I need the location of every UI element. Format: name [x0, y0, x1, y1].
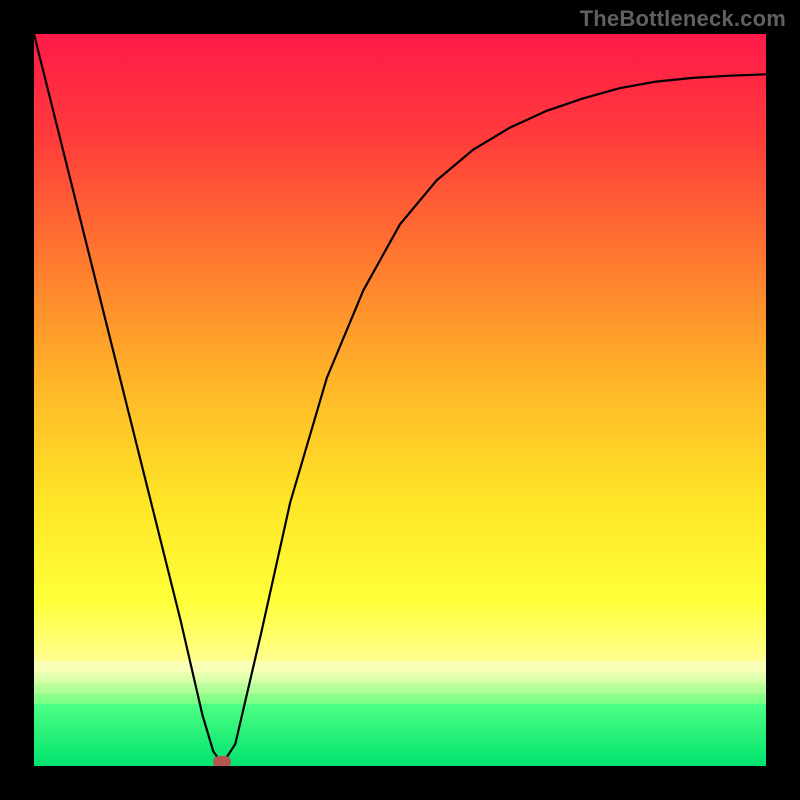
watermark-text: TheBottleneck.com	[580, 6, 786, 32]
plot-area	[34, 34, 766, 766]
bottleneck-curve	[34, 34, 766, 766]
chart-frame: TheBottleneck.com	[0, 0, 800, 800]
optimal-point-marker	[213, 756, 231, 766]
